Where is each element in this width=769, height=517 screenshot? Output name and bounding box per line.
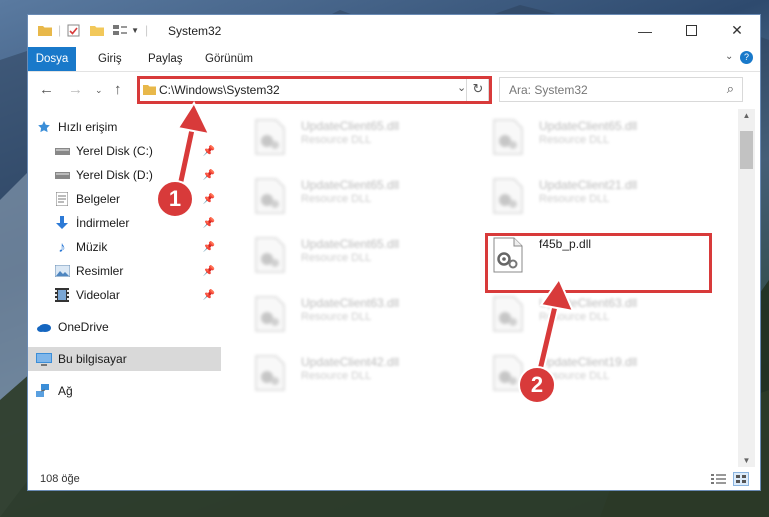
step-badge-1: 1 <box>156 180 194 218</box>
arrow-2 <box>535 276 575 375</box>
annotation-overlay <box>173 100 575 375</box>
step-badge-2: 2 <box>518 366 556 404</box>
